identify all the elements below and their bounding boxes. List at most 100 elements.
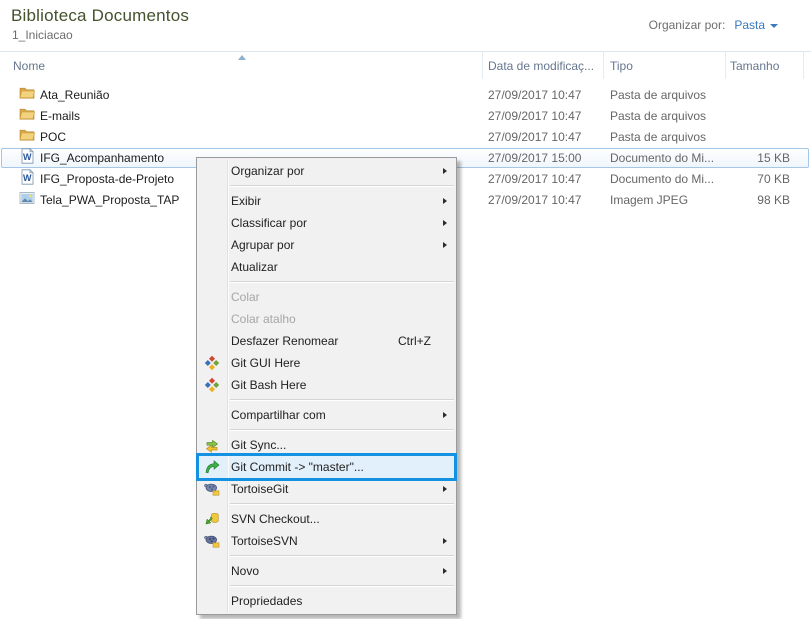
menu-separator xyxy=(197,182,456,190)
column-header-size[interactable]: Tamanho xyxy=(730,59,779,73)
sort-ascending-icon xyxy=(238,55,246,60)
menu-separator xyxy=(197,500,456,508)
file-name: POC xyxy=(40,127,66,148)
menu-item-novo[interactable]: Novo xyxy=(197,560,456,582)
page-title: Biblioteca Documentos xyxy=(11,6,189,26)
menu-item-label: Compartilhar com xyxy=(231,408,326,422)
submenu-arrow-icon xyxy=(443,168,447,174)
file-row-e-mails[interactable]: E-mails27/09/2017 10:47Pasta de arquivos xyxy=(0,106,811,127)
menu-item-label: Colar atalho xyxy=(231,312,296,326)
submenu-arrow-icon xyxy=(443,242,447,248)
menu-item-label: Desfazer Renomear xyxy=(231,334,338,348)
submenu-arrow-icon xyxy=(443,220,447,226)
menu-separator xyxy=(197,396,456,404)
menu-item-git-sync[interactable]: Git Sync... xyxy=(197,434,456,456)
menu-item-colar-atalho: Colar atalho xyxy=(197,308,456,330)
menu-item-label: Git GUI Here xyxy=(231,356,300,370)
file-name: Ata_Reunião xyxy=(40,85,109,106)
svg-text:W: W xyxy=(23,173,32,183)
file-name: IFG_Proposta-de-Projeto xyxy=(40,169,174,190)
submenu-arrow-icon xyxy=(443,486,447,492)
menu-item-compartilhar-com[interactable]: Compartilhar com xyxy=(197,404,456,426)
breadcrumb-folder: 1_Iniciacao xyxy=(12,28,73,42)
submenu-arrow-icon xyxy=(443,538,447,544)
column-header-date[interactable]: Data de modificaç... xyxy=(488,59,594,73)
organize-by-button[interactable]: Pasta xyxy=(734,18,778,32)
menu-item-tortoisesvn[interactable]: TortoiseSVN xyxy=(197,530,456,552)
file-date: 27/09/2017 10:47 xyxy=(488,127,581,148)
git-logo-icon xyxy=(204,377,220,393)
word-doc-icon: W xyxy=(19,169,35,185)
file-row-ata-reuni-o[interactable]: Ata_Reunião27/09/2017 10:47Pasta de arqu… xyxy=(0,85,811,106)
menu-item-desfazer-renomear[interactable]: Desfazer RenomearCtrl+Z xyxy=(197,330,456,352)
menu-item-label: Propriedades xyxy=(231,594,302,608)
menu-item-label: Exibir xyxy=(231,194,261,208)
file-type: Documento do Mi... xyxy=(610,148,714,169)
menu-item-tortoisegit[interactable]: TortoiseGit xyxy=(197,478,456,500)
git-commit-arrow-icon xyxy=(204,459,220,475)
submenu-arrow-icon xyxy=(443,568,447,574)
column-header-name[interactable]: Nome xyxy=(13,59,45,73)
menu-item-label: TortoiseSVN xyxy=(231,534,298,548)
file-name: Tela_PWA_Proposta_TAP xyxy=(40,190,179,211)
file-name: IFG_Acompanhamento xyxy=(40,148,164,169)
menu-item-git-commit-master[interactable]: Git Commit -> "master"... xyxy=(197,456,456,478)
folder-icon xyxy=(19,106,35,122)
jpeg-image-icon xyxy=(19,190,35,206)
menu-item-label: Organizar por xyxy=(231,164,304,178)
menu-item-label: SVN Checkout... xyxy=(231,512,320,526)
organize-by-value: Pasta xyxy=(734,18,765,32)
menu-item-label: Classificar por xyxy=(231,216,307,230)
column-header-row: Nome Data de modificaç... Tipo Tamanho xyxy=(0,52,811,79)
file-size: 98 KB xyxy=(730,190,790,211)
explorer-window: Biblioteca Documentos 1_Iniciacao Organi… xyxy=(0,0,811,619)
column-separator xyxy=(482,52,483,79)
organize-by-control: Organizar por: Pasta xyxy=(649,18,778,32)
file-type: Imagem JPEG xyxy=(610,190,688,211)
submenu-arrow-icon xyxy=(443,198,447,204)
git-sync-icon xyxy=(204,437,220,453)
menu-item-svn-checkout[interactable]: SVN Checkout... xyxy=(197,508,456,530)
organize-by-label: Organizar por: xyxy=(649,18,726,32)
file-size: 15 KB xyxy=(730,148,790,169)
file-size: 70 KB xyxy=(730,169,790,190)
menu-item-organizar-por[interactable]: Organizar por xyxy=(197,160,456,182)
menu-item-label: TortoiseGit xyxy=(231,482,288,496)
file-name: E-mails xyxy=(40,106,80,127)
menu-item-label: Atualizar xyxy=(231,260,278,274)
file-row-poc[interactable]: POC 27/09/2017 10:47 Pasta de arquivos xyxy=(0,127,811,148)
menu-item-classificar-por[interactable]: Classificar por xyxy=(197,212,456,234)
file-type: Pasta de arquivos xyxy=(610,127,706,148)
file-type: Documento do Mi... xyxy=(610,169,714,190)
folder-icon xyxy=(19,127,35,143)
git-logo-icon xyxy=(204,355,220,371)
context-menu: Organizar por Exibir Classificar por Agrupa… xyxy=(196,157,457,615)
menu-item-atualizar[interactable]: Atualizar xyxy=(197,256,456,278)
file-date: 27/09/2017 15:00 xyxy=(488,148,581,169)
menu-item-git-gui-here[interactable]: Git GUI Here xyxy=(197,352,456,374)
menu-item-label: Git Bash Here xyxy=(231,378,306,392)
menu-separator xyxy=(197,278,456,286)
column-separator xyxy=(725,52,726,79)
file-type: Pasta de arquivos xyxy=(610,106,706,127)
menu-item-agrupar-por[interactable]: Agrupar por xyxy=(197,234,456,256)
menu-item-git-bash-here[interactable]: Git Bash Here xyxy=(197,374,456,396)
menu-separator xyxy=(197,426,456,434)
file-date: 27/09/2017 10:47 xyxy=(488,85,581,106)
menu-separator xyxy=(197,582,456,590)
tortoisesvn-turtle-icon xyxy=(204,533,220,549)
folder-icon xyxy=(19,85,35,101)
column-header-type[interactable]: Tipo xyxy=(610,59,633,73)
column-separator xyxy=(603,52,604,79)
menu-item-colar: Colar xyxy=(197,286,456,308)
word-doc-icon: W xyxy=(19,148,35,164)
menu-item-exibir[interactable]: Exibir xyxy=(197,190,456,212)
svg-text:W: W xyxy=(23,152,32,162)
menu-item-label: Git Commit -> "master"... xyxy=(231,460,364,474)
menu-separator xyxy=(197,552,456,560)
file-date: 27/09/2017 10:47 xyxy=(488,190,581,211)
menu-item-label: Git Sync... xyxy=(231,438,286,452)
chevron-down-icon xyxy=(770,24,778,28)
submenu-arrow-icon xyxy=(443,412,447,418)
menu-item-propriedades[interactable]: Propriedades xyxy=(197,590,456,612)
